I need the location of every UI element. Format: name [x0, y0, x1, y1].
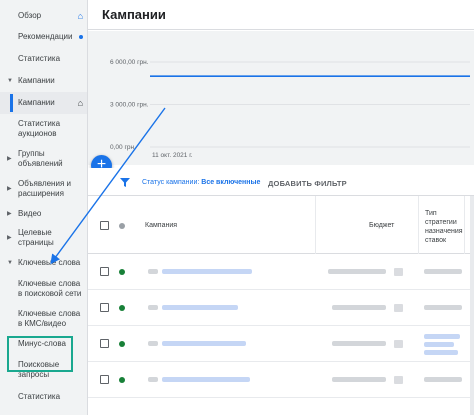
table-row[interactable] [88, 254, 474, 290]
chart-y-tick-label: 3 000,00 грн. [110, 102, 149, 109]
column-divider [315, 196, 316, 254]
home-icon: ⌂ [77, 98, 83, 108]
sidebar-item-label: Кампании [18, 76, 55, 85]
status-header-icon [119, 223, 125, 229]
sidebar-item-label: Рекомендации [18, 32, 73, 41]
home-icon: ⌂ [77, 11, 83, 21]
chevron-right-icon: ▶ [7, 211, 12, 217]
table-row[interactable] [88, 290, 474, 326]
chevron-right-icon: ▶ [7, 156, 12, 162]
sidebar-item-label: Объявления и расширения [18, 179, 71, 198]
sidebar-section-video[interactable]: ▶ Видео [0, 204, 87, 224]
campaigns-table: Кампания Бюджет Тип стратегии назначения… [88, 196, 474, 415]
campaign-type-icon [148, 377, 158, 382]
row-checkbox[interactable] [100, 339, 109, 348]
chevron-right-icon: ▶ [7, 235, 12, 241]
filter-prefix: Статус кампании: [142, 179, 202, 186]
budget-edit-icon[interactable] [394, 268, 403, 276]
column-divider [418, 196, 419, 254]
sidebar-item-label: Видео [18, 209, 42, 218]
budget-edit-icon[interactable] [394, 340, 403, 348]
sidebar-item-label: Обзор [18, 11, 42, 20]
sidebar-item-auction-insights[interactable]: Статистика аукционов [0, 114, 87, 144]
status-enabled-dot [119, 377, 125, 383]
bid-strategy-link[interactable] [424, 350, 458, 355]
campaign-name-link[interactable] [162, 377, 250, 382]
status-enabled-dot [119, 341, 125, 347]
sidebar-section-campaigns[interactable]: ▼ Кампании [0, 70, 87, 92]
column-divider [464, 196, 465, 254]
column-header-bid-strategy[interactable]: Тип стратегии назначения ставок [425, 209, 465, 245]
chart-y-tick-label: 0,00 грн. [110, 144, 136, 151]
chart-y-tick-label: 6 000,00 грн. [110, 59, 149, 66]
budget-value [328, 269, 386, 274]
page-title: Кампании [102, 7, 166, 22]
sidebar-item-label: Статистика [18, 392, 61, 401]
chevron-down-icon: ▼ [7, 78, 13, 84]
table-header: Кампания Бюджет Тип стратегии назначения… [88, 196, 474, 254]
page-header: Кампании [88, 0, 474, 30]
active-filter-chip[interactable]: Статус кампании: Все включенные [142, 179, 260, 186]
sidebar-item-label: Статистика аукционов [18, 119, 61, 138]
column-header-campaign[interactable]: Кампания [145, 221, 177, 230]
table-row[interactable] [88, 362, 474, 398]
campaign-type-icon [148, 341, 158, 346]
sidebar-item-campaigns[interactable]: Кампании ⌂ [0, 92, 87, 114]
sidebar-item-recommendations[interactable]: Рекомендации [0, 26, 87, 48]
chevron-right-icon: ▶ [7, 186, 12, 192]
campaign-type-icon [148, 269, 158, 274]
select-all-checkbox[interactable] [100, 221, 109, 230]
sidebar-item-label: Статистика [18, 54, 61, 63]
budget-edit-icon[interactable] [394, 376, 403, 384]
campaign-name-link[interactable] [162, 305, 238, 310]
status-enabled-dot [119, 305, 125, 311]
sidebar-item-statistics[interactable]: Статистика [0, 48, 87, 70]
chart-svg: 6 000,00 грн. 3 000,00 грн. 0,00 грн. 11 ок… [110, 59, 470, 159]
sidebar-item-label: Ключевые слова в КМС/видео [18, 309, 81, 328]
sidebar-item-label: Группы объявлений [18, 149, 63, 168]
table-scrollbar[interactable] [470, 196, 474, 415]
status-enabled-dot [119, 269, 125, 275]
row-checkbox[interactable] [100, 375, 109, 384]
annotation-highlight-box [7, 336, 73, 372]
add-filter-button[interactable]: ДОБАВИТЬ ФИЛЬТР [268, 179, 347, 188]
row-checkbox[interactable] [100, 303, 109, 312]
budget-value [332, 377, 386, 382]
budget-value [332, 341, 386, 346]
filter-bar: Статус кампании: Все включенные ДОБАВИТЬ… [88, 168, 474, 196]
notification-dot [79, 35, 83, 39]
bid-strategy-value [424, 305, 462, 310]
chart-x-tick-label: 11 окт. 2021 г. [152, 152, 193, 159]
sidebar-item-label: Ключевые слова в поисковой сети [18, 279, 82, 298]
sidebar-section-keywords[interactable]: ▼ Ключевые слова [0, 252, 87, 274]
campaign-type-icon [148, 305, 158, 310]
bid-strategy-value [424, 269, 462, 274]
sidebar-section-ads-extensions[interactable]: ▶ Объявления и расширения [0, 174, 87, 204]
sidebar-item-label: Кампании [18, 98, 55, 107]
chevron-down-icon: ▼ [7, 260, 13, 266]
campaign-name-link[interactable] [162, 269, 252, 274]
row-checkbox[interactable] [100, 267, 109, 276]
sidebar-item-label: Целевые страницы [18, 228, 54, 247]
budget-value [332, 305, 386, 310]
bid-strategy-value [424, 377, 462, 382]
sidebar-item-search-keywords[interactable]: Ключевые слова в поисковой сети [0, 274, 87, 304]
campaign-name-link[interactable] [162, 341, 246, 346]
sidebar-item-label: Ключевые слова [18, 258, 81, 267]
google-ads-app: Обзор ⌂ Рекомендации Статистика ▼ Кампан… [0, 0, 474, 415]
bid-strategy-link[interactable] [424, 334, 460, 339]
filter-value: Все включенные [201, 179, 261, 186]
bid-strategy-link[interactable] [424, 342, 454, 347]
sidebar-section-ad-groups[interactable]: ▶ Группы объявлений [0, 144, 87, 174]
table-row[interactable] [88, 326, 474, 362]
sidebar-item-statistics-bottom[interactable]: Статистика [0, 386, 87, 408]
filter-icon[interactable] [120, 178, 130, 187]
budget-edit-icon[interactable] [394, 304, 403, 312]
sidebar-item-overview[interactable]: Обзор ⌂ [0, 6, 87, 26]
column-header-budget[interactable]: Бюджет [369, 221, 394, 230]
performance-chart: 6 000,00 грн. 3 000,00 грн. 0,00 грн. 11 ок… [88, 31, 474, 165]
sidebar-item-display-keywords[interactable]: Ключевые слова в КМС/видео [0, 304, 87, 334]
sidebar-section-landing-pages[interactable]: ▶ Целевые страницы [0, 224, 87, 252]
